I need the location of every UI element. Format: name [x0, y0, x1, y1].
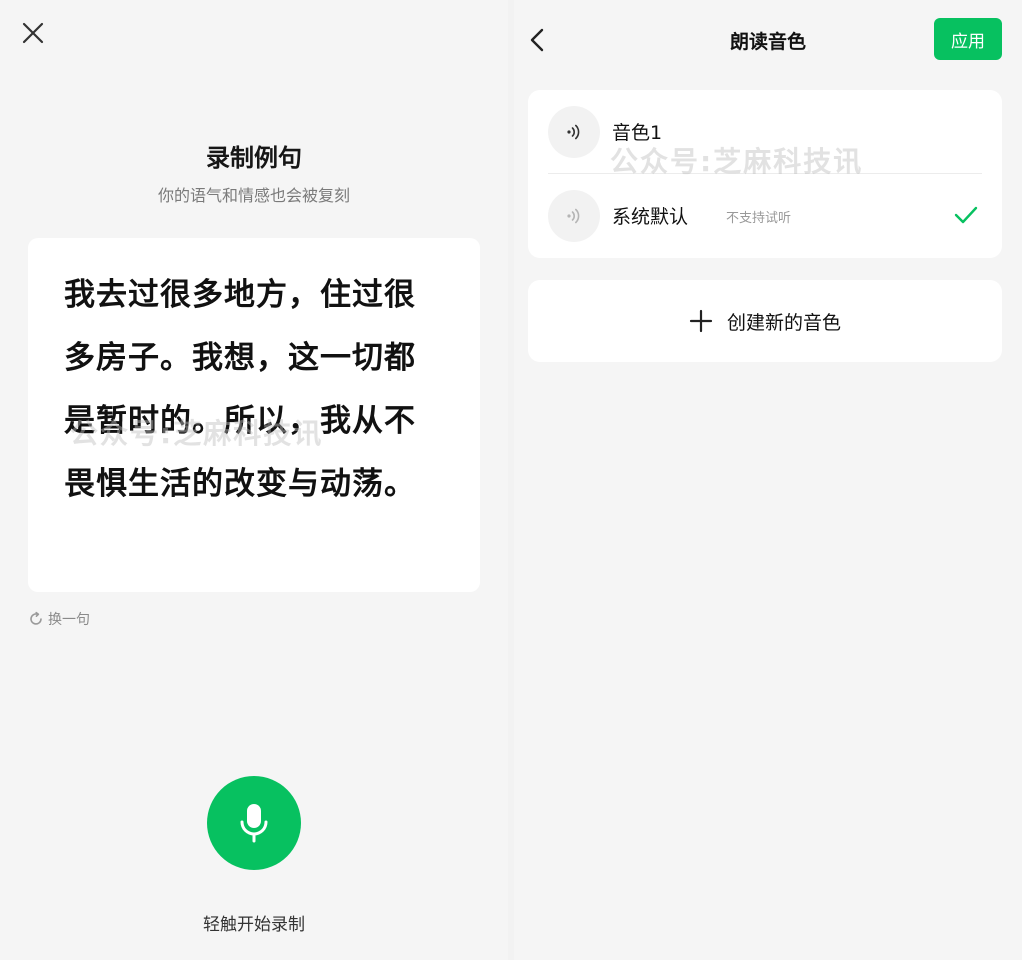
- play-voice-button[interactable]: [548, 190, 600, 242]
- sound-wave-icon: [567, 124, 580, 140]
- play-voice-button[interactable]: [548, 106, 600, 158]
- switch-sentence-label: 换一句: [48, 612, 90, 628]
- plus-icon: [689, 309, 713, 333]
- voice-name: 音色1: [612, 122, 663, 144]
- create-voice-button[interactable]: 创建新的音色: [528, 280, 1002, 362]
- close-icon: [22, 22, 44, 44]
- record-button[interactable]: [207, 776, 301, 870]
- sound-wave-icon: [567, 208, 580, 224]
- page-title: 录制例句: [206, 144, 302, 172]
- voice-name: 系统默认: [612, 206, 689, 228]
- voice-select-screen: 朗读音色 应用 音色1 系统默认 不支持试听 公众号:芝麻科技讯 创建新的音色: [514, 0, 1022, 960]
- voice-item[interactable]: 系统默认 不支持试听: [528, 174, 1002, 258]
- page-subtitle: 你的语气和情感也会被复刻: [157, 186, 350, 205]
- apply-button[interactable]: 应用: [934, 18, 1002, 60]
- record-hint: 轻触开始录制: [203, 915, 305, 935]
- microphone-icon: [240, 804, 268, 843]
- voice-list: 音色1 系统默认 不支持试听: [528, 90, 1002, 258]
- close-button[interactable]: [18, 18, 48, 48]
- switch-sentence-button[interactable]: 换一句: [28, 609, 90, 629]
- check-icon: [954, 206, 978, 224]
- voice-item[interactable]: 音色1: [528, 90, 1002, 174]
- create-voice-label: 创建新的音色: [726, 311, 841, 334]
- sample-sentence-card: 我去过很多地方，住过很多房子。我想，这一切都是暂时的。所以，我从不畏惧生活的改变…: [28, 238, 480, 592]
- record-sentence-screen: 录制例句 你的语气和情感也会被复刻 我去过很多地方，住过很多房子。我想，这一切都…: [0, 0, 508, 960]
- sample-sentence: 我去过很多地方，住过很多房子。我想，这一切都是暂时的。所以，我从不畏惧生活的改变…: [64, 277, 416, 502]
- voice-note: 不支持试听: [726, 211, 792, 226]
- refresh-icon: [30, 611, 42, 625]
